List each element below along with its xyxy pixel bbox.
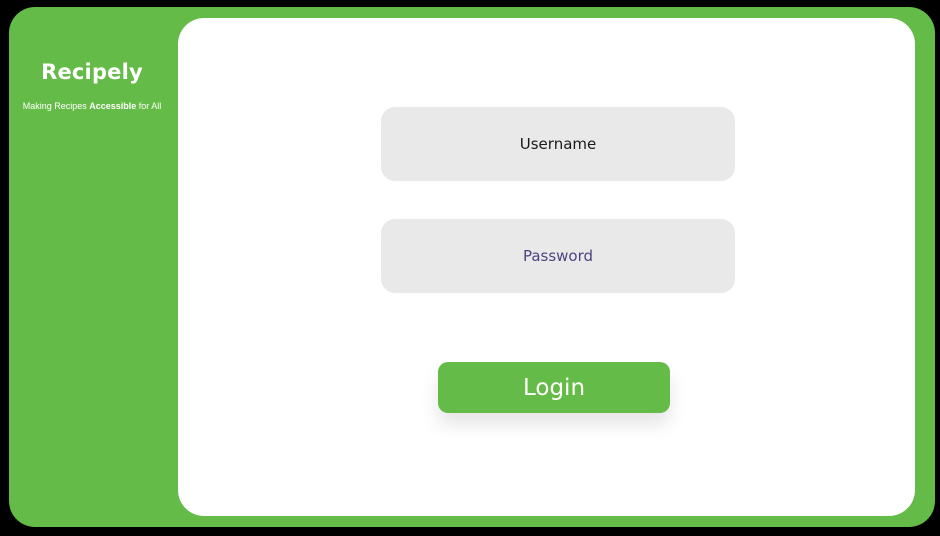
tagline-suffix: for All <box>136 101 162 111</box>
tagline-prefix: Making Recipes <box>22 101 90 111</box>
sidebar: Recipely Making Recipes Accessible for A… <box>9 7 178 527</box>
brand-title: Recipely <box>41 60 143 84</box>
username-input[interactable] <box>381 107 735 181</box>
tagline-emphasis: Accessible <box>89 101 137 111</box>
tagline: Making Recipes Accessible for All <box>9 101 175 111</box>
password-input[interactable] <box>381 219 735 293</box>
login-button[interactable]: Login <box>438 362 670 413</box>
